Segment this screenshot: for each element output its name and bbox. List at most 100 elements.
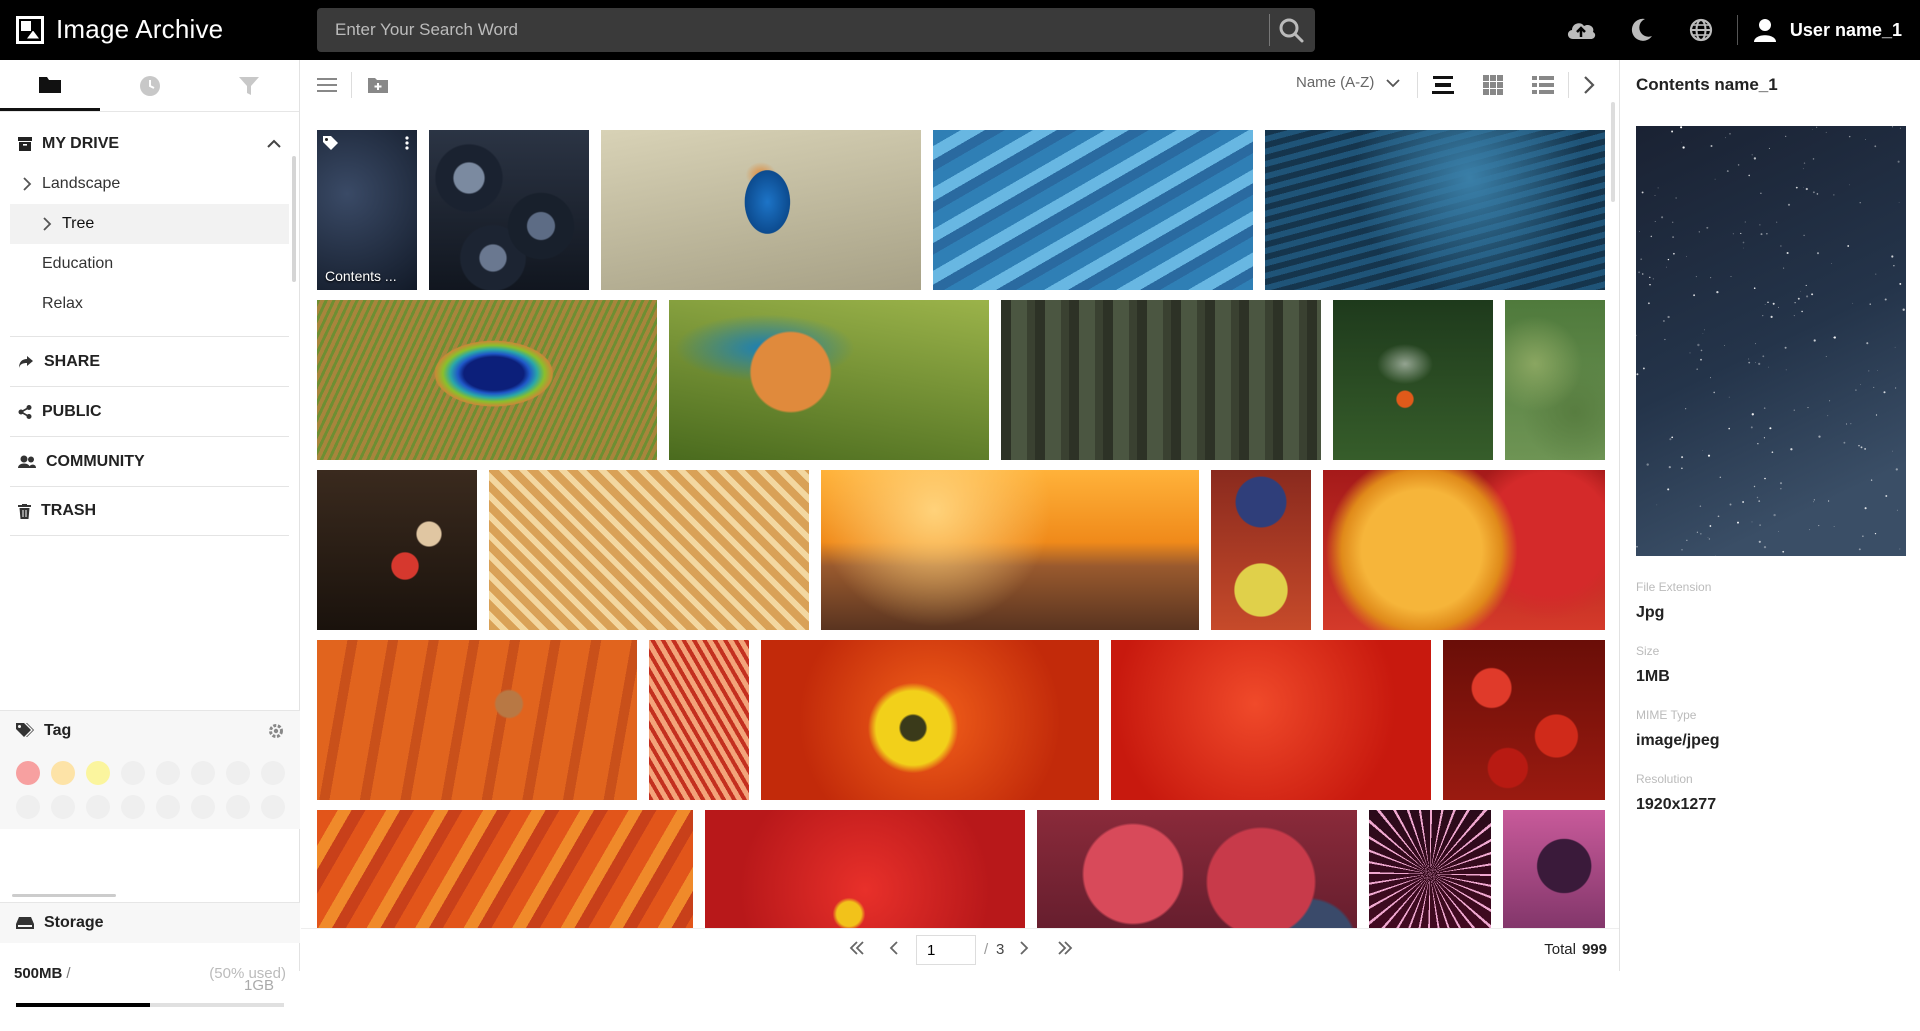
tag-color-dot[interactable] (191, 761, 215, 785)
tag-color-dot[interactable] (51, 761, 75, 785)
sidebar-item-community[interactable]: COMMUNITY (10, 436, 289, 486)
image-thumbnail-fireworks[interactable] (1369, 810, 1491, 928)
image-thumbnail-stars[interactable]: Contents ... (317, 130, 417, 290)
menu-toggle-button[interactable] (309, 67, 345, 103)
dark-mode-toggle[interactable] (1611, 0, 1671, 60)
view-justified-button[interactable] (1418, 67, 1468, 103)
tag-color-dot[interactable] (86, 761, 110, 785)
user-icon (1753, 19, 1776, 42)
tab-filter[interactable] (199, 60, 299, 111)
total-count: Total 999 (1544, 941, 1607, 958)
clock-icon (139, 75, 160, 96)
tag-color-dot[interactable] (156, 795, 180, 819)
tree-item-tree[interactable]: Tree (10, 204, 289, 244)
my-drive-label: MY DRIVE (42, 135, 120, 152)
view-grid-button[interactable] (1468, 67, 1518, 103)
image-thumbnail-blueberries[interactable] (429, 130, 589, 290)
total-label: Total (1544, 941, 1576, 958)
image-thumbnail-raspberry-yellow[interactable] (1323, 470, 1605, 630)
grid-scrollbar[interactable] (1611, 102, 1615, 202)
image-thumbnail-purple-tree[interactable] (1503, 810, 1605, 928)
tag-scrollbar[interactable] (12, 894, 116, 897)
tree-item-education[interactable]: Education (0, 244, 299, 284)
image-thumbnail-aerial[interactable] (1505, 300, 1605, 460)
sidebar-item-public[interactable]: PUBLIC (10, 386, 289, 436)
tag-color-dot[interactable] (226, 795, 250, 819)
language-button[interactable] (1671, 0, 1731, 60)
image-thumbnail-kingfisher-branch[interactable] (601, 130, 921, 290)
tree-item-relax[interactable]: Relax (0, 284, 299, 324)
justified-view-icon (1432, 76, 1454, 94)
search-input[interactable] (317, 8, 1267, 52)
image-thumbnail-fabric[interactable] (317, 810, 693, 928)
more-vertical-icon[interactable] (405, 136, 409, 150)
tag-color-dot[interactable] (121, 761, 145, 785)
tag-color-dot[interactable] (261, 761, 285, 785)
sort-dropdown[interactable]: Name (A-Z) (1296, 74, 1400, 91)
total-value: 999 (1581, 941, 1607, 958)
gear-icon[interactable] (268, 723, 284, 739)
image-thumbnail-hibiscus[interactable] (705, 810, 1025, 928)
image-grid: Contents ... (317, 128, 1605, 928)
image-thumbnail-water[interactable] (1265, 130, 1605, 290)
view-list-button[interactable] (1518, 67, 1568, 103)
user-menu[interactable]: User name_1 (1744, 18, 1920, 42)
image-thumbnail-pie[interactable] (489, 470, 809, 630)
chevron-right-icon[interactable] (20, 177, 34, 191)
tag-panel: Tag (0, 710, 300, 902)
image-thumbnail-pumpkin[interactable] (317, 640, 637, 800)
tag-icon (16, 723, 34, 737)
storage-header: Storage (0, 903, 300, 943)
sidebar-scrollbar[interactable] (292, 156, 296, 282)
tag-color-dot[interactable] (51, 795, 75, 819)
share-icon (19, 355, 33, 368)
tab-folders[interactable] (0, 60, 100, 111)
tag-color-dot[interactable] (16, 795, 40, 819)
image-thumbnail-cherries[interactable] (1443, 640, 1605, 800)
tag-color-dot[interactable] (156, 761, 180, 785)
sidebar-item-share[interactable]: SHARE (10, 336, 289, 386)
tag-color-dot[interactable] (121, 795, 145, 819)
tag-color-dot[interactable] (226, 761, 250, 785)
prev-page-icon[interactable] (889, 941, 899, 955)
details-panel: Contents name_1 File Extension Jpg Size 1MB… (1619, 60, 1920, 971)
upload-button[interactable] (1551, 0, 1611, 60)
image-thumbnail-peacock[interactable] (317, 300, 657, 460)
image-thumbnail-ice[interactable] (933, 130, 1253, 290)
image-thumbnail-kingfisher-head[interactable] (669, 300, 989, 460)
tag-color-dot[interactable] (261, 795, 285, 819)
next-page-icon[interactable] (1019, 941, 1029, 955)
image-thumbnail-forest[interactable] (1001, 300, 1321, 460)
sidebar-item-trash[interactable]: TRASH (10, 486, 289, 536)
metadata-value: 1920x1277 (1636, 796, 1717, 813)
image-thumbnail-jam[interactable] (1211, 470, 1311, 630)
search-button[interactable] (1277, 16, 1307, 44)
image-thumbnail-pier-sunset[interactable] (821, 470, 1199, 630)
tag-icon[interactable] (323, 136, 339, 150)
page-number-input[interactable] (916, 935, 976, 965)
chevron-up-icon[interactable] (267, 139, 281, 149)
image-thumbnail-lantern[interactable] (649, 640, 749, 800)
tag-color-dot[interactable] (191, 795, 215, 819)
my-drive-header[interactable]: MY DRIVE (0, 124, 299, 164)
tab-recent[interactable] (100, 60, 200, 111)
image-thumbnail-petal[interactable] (1111, 640, 1431, 800)
metadata-field: File Extension Jpg (1636, 580, 1906, 622)
image-thumbnail-butterfly[interactable] (1333, 300, 1493, 460)
collapse-details-button[interactable] (1569, 67, 1609, 103)
tag-color-dot[interactable] (16, 761, 40, 785)
image-thumbnail-raspberries[interactable] (1037, 810, 1357, 928)
tree-item-landscape[interactable]: Landscape (0, 164, 299, 204)
chevron-right-icon[interactable] (40, 217, 54, 231)
metadata-field: MIME Type image/jpeg (1636, 708, 1906, 750)
first-page-icon[interactable] (849, 941, 865, 955)
tag-header[interactable]: Tag (0, 711, 300, 751)
app-logo[interactable]: Image Archive (16, 14, 223, 45)
new-folder-button[interactable] (360, 67, 396, 103)
image-thumbnail-dancers[interactable] (317, 470, 477, 630)
details-preview-image[interactable] (1636, 126, 1906, 556)
view-mode-group (1417, 67, 1609, 103)
image-thumbnail-poppy[interactable] (761, 640, 1099, 800)
tag-color-dot[interactable] (86, 795, 110, 819)
last-page-icon[interactable] (1057, 941, 1073, 955)
